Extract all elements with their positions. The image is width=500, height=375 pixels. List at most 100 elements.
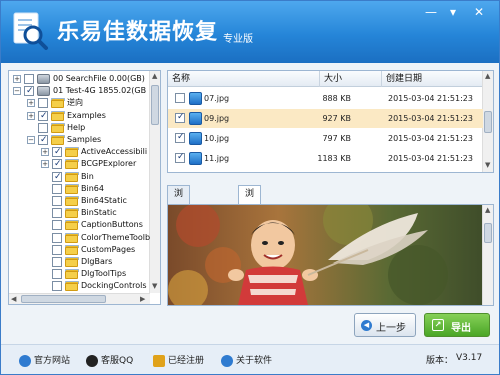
folder-icon [65, 159, 79, 170]
file-size: 927 KB [322, 114, 351, 123]
tab-image-view[interactable]: 浏览图像 [238, 185, 262, 250]
scroll-right-icon[interactable]: ▶ [140, 295, 145, 303]
previous-step-button[interactable]: ◀ 上一步 [354, 313, 416, 337]
export-label: 导出 [451, 323, 471, 334]
folder-icon [65, 244, 79, 255]
file-row-checkbox[interactable] [175, 110, 185, 124]
tree-item-checkbox[interactable] [52, 158, 62, 170]
tree-item-checkbox[interactable] [52, 281, 62, 292]
about-software-link[interactable]: 关于软件 [221, 354, 281, 368]
file-list-header: 名称 大小 创建日期 [168, 71, 483, 87]
collapse-icon[interactable]: − [27, 136, 35, 144]
tree-item-checkbox[interactable] [52, 232, 62, 243]
skin-menu-button[interactable]: ▾ [443, 3, 463, 21]
file-list-vertical-scrollbar[interactable]: ▲ ▼ [482, 71, 493, 172]
collapse-icon[interactable]: − [13, 87, 21, 96]
expand-icon[interactable]: + [27, 99, 35, 108]
folder-icon [51, 98, 65, 109]
expand-icon[interactable]: + [41, 148, 49, 157]
image-file-icon [189, 92, 202, 105]
tree-item-label: 01 Test-4G 1855.02(GB [53, 86, 147, 96]
file-row-checkbox[interactable] [175, 150, 185, 164]
previous-step-label: 上一步 [376, 323, 406, 334]
scroll-up-icon[interactable]: ▲ [152, 72, 157, 80]
scroll-down-icon[interactable]: ▼ [485, 161, 490, 169]
minimize-button[interactable]: — [421, 3, 441, 21]
file-date: 2015-03-04 21:51:23 [388, 154, 473, 163]
file-row[interactable]: 10.jpg 797 KB 2015-03-04 21:51:23 [168, 129, 483, 148]
folder-icon [51, 135, 65, 145]
official-website-label: 官方网站 [34, 356, 71, 366]
tree-item-label: Bin64 [81, 183, 104, 193]
expand-icon[interactable]: + [41, 160, 49, 169]
column-header-date[interactable]: 创建日期 [382, 71, 483, 87]
folder-icon [65, 171, 79, 182]
tree-horizontal-scrollbar[interactable]: ◀ ▶ [9, 293, 150, 304]
tree-vertical-scrollbar[interactable]: ▲ ▼ [149, 71, 160, 293]
app-window: 乐易佳数据恢复 专业版 — ▾ ✕ ▲ ▼ ◀ ▶ +00 SearchFile… [0, 0, 500, 375]
tree-item-label: CustomPages [81, 244, 136, 254]
customer-service-qq-link[interactable]: 客服QQ [86, 354, 146, 368]
tree-item-label: DlgBars [81, 257, 113, 266]
tree-item-checkbox[interactable] [52, 208, 62, 219]
folder-icon [65, 281, 79, 292]
tree-item-checkbox[interactable] [52, 146, 62, 158]
scroll-thumb[interactable] [151, 85, 159, 125]
file-row-checkbox[interactable] [175, 93, 185, 103]
tree-item-label: ColorThemeToolb [81, 232, 151, 242]
expand-icon[interactable]: + [27, 111, 35, 120]
tree-item-checkbox[interactable] [38, 122, 48, 133]
tree-item-checkbox[interactable] [52, 269, 62, 280]
close-button[interactable]: ✕ [466, 3, 492, 21]
tree-item-checkbox[interactable] [38, 134, 48, 146]
file-size: 797 KB [322, 134, 351, 143]
preview-vertical-scrollbar[interactable]: ▲ [482, 205, 493, 305]
scroll-up-icon[interactable]: ▲ [485, 206, 490, 214]
tree-item-checkbox[interactable] [38, 110, 48, 122]
tree-item-label: Help [67, 122, 86, 132]
file-name: 10.jpg [204, 134, 230, 143]
disk-icon [37, 86, 50, 97]
tree-item-checkbox[interactable] [52, 220, 62, 231]
tree-item-checkbox[interactable] [52, 196, 62, 206]
tree-item-label: 逆向 [67, 98, 83, 108]
tree-item-checkbox[interactable] [52, 257, 62, 267]
file-date: 2015-03-04 21:51:23 [388, 114, 473, 123]
export-icon: ↗ [432, 319, 444, 331]
info-icon [221, 355, 233, 367]
tree-item-checkbox[interactable] [52, 183, 62, 194]
file-row[interactable]: 11.jpg 1183 KB 2015-03-04 21:51:23 [168, 149, 483, 168]
export-button[interactable]: ↗ 导出 [424, 313, 490, 337]
file-name: 07.jpg [204, 94, 230, 103]
registered-label: 已经注册 [168, 356, 205, 366]
tab-hex-view[interactable]: 浏览十六进制 [167, 185, 191, 284]
file-list[interactable]: 名称 大小 创建日期 ▲ ▼ 07.jpg 888 KB 2015-03-04 21… [167, 70, 494, 173]
official-website-link[interactable]: 官方网站 [19, 354, 79, 368]
scroll-down-icon[interactable]: ▼ [152, 282, 157, 290]
scroll-thumb[interactable] [484, 111, 492, 133]
app-edition: 专业版 [223, 34, 253, 45]
tree-item-checkbox[interactable] [24, 85, 34, 97]
tree-item-label: CaptionButtons [81, 220, 143, 230]
app-logo-icon [13, 12, 48, 50]
tree-item-label: BCGPExplorer [81, 159, 137, 169]
version-value: V3.17 [456, 353, 483, 363]
scroll-thumb[interactable] [21, 295, 106, 303]
tree-item-checkbox[interactable] [52, 244, 62, 255]
tree-item-checkbox[interactable] [24, 74, 34, 84]
directory-tree[interactable]: ▲ ▼ ◀ ▶ +00 SearchFile 0.00(GB) − 01 Test-… [8, 70, 161, 305]
column-header-name[interactable]: 名称 [168, 71, 320, 87]
folder-icon [51, 110, 65, 121]
expand-icon[interactable]: + [13, 75, 21, 83]
file-row[interactable]: 09.jpg 927 KB 2015-03-04 21:51:23 [168, 109, 483, 128]
file-row-checkbox[interactable] [175, 130, 185, 144]
registered-link[interactable]: 已经注册 [153, 354, 213, 368]
column-header-size[interactable]: 大小 [320, 71, 382, 87]
file-row[interactable]: 07.jpg 888 KB 2015-03-04 21:51:23 [168, 89, 483, 108]
image-file-icon [189, 132, 202, 145]
tree-item-checkbox[interactable] [38, 98, 48, 109]
scroll-left-icon[interactable]: ◀ [11, 295, 16, 303]
scroll-thumb[interactable] [484, 223, 492, 243]
scroll-up-icon[interactable]: ▲ [485, 72, 490, 80]
tree-item-checkbox[interactable] [52, 171, 62, 183]
